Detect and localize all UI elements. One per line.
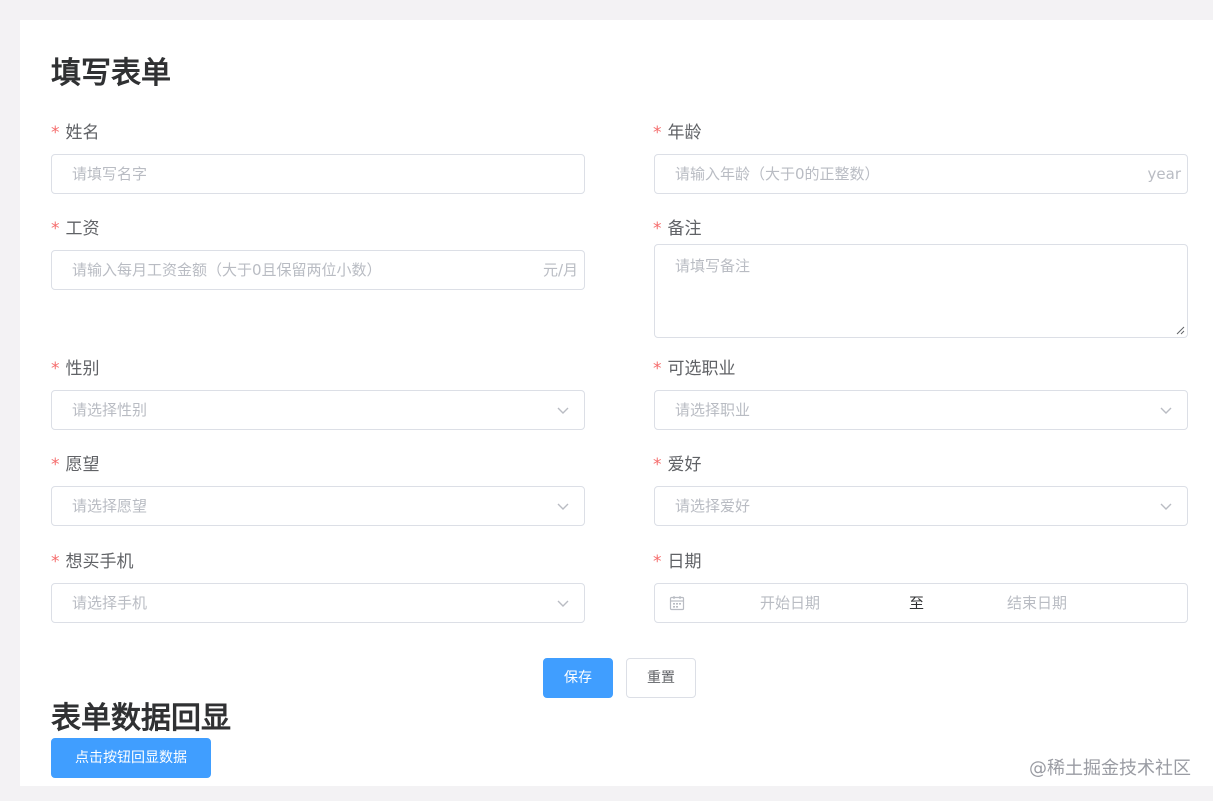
required-mark: * [51,219,60,239]
name-input[interactable]: 请填写名字 [51,154,585,194]
date-end-input[interactable]: 结束日期 [1007,584,1067,622]
watermark: @稀土掘金技术社区 [1029,758,1191,779]
wish-placeholder: 请选择愿望 [72,497,148,515]
save-button[interactable]: 保存 [543,658,613,698]
echo-data-button[interactable]: 点击按钮回显数据 [51,738,211,778]
calendar-icon [669,596,685,611]
wish-label-text: 愿望 [65,455,100,475]
phone-placeholder: 请选择手机 [72,594,148,612]
wish-select[interactable]: 请选择愿望 [51,486,585,526]
phone-label: * 想买手机 [51,550,134,574]
gender-label: * 性别 [51,357,100,381]
job-select[interactable]: 请选择职业 [654,390,1188,430]
gender-label-text: 性别 [65,359,100,379]
reset-button[interactable]: 重置 [626,658,696,698]
job-label-text: 可选职业 [667,359,736,379]
gender-select[interactable]: 请选择性别 [51,390,585,430]
date-label: * 日期 [653,550,702,574]
date-start-input[interactable]: 开始日期 [760,584,820,622]
gender-placeholder: 请选择性别 [72,401,148,419]
chevron-down-icon[interactable] [556,403,570,417]
age-label: * 年龄 [653,121,702,145]
required-mark: * [653,219,662,239]
phone-label-text: 想买手机 [65,552,134,572]
hobby-label: * 爱好 [653,453,702,477]
required-mark: * [51,552,60,572]
salary-label-text: 工资 [65,219,100,239]
remark-placeholder: 请填写备注 [675,257,751,275]
required-mark: * [653,359,662,379]
age-placeholder: 请输入年龄（大于0的正整数） [675,165,880,183]
salary-label: * 工资 [51,217,100,241]
required-mark: * [653,123,662,143]
chevron-down-icon[interactable] [1159,499,1173,513]
wish-label: * 愿望 [51,453,100,477]
remark-label: * 备注 [653,217,702,241]
salary-suffix: 元/月 [542,261,578,279]
name-placeholder: 请填写名字 [72,165,148,183]
form-page: 填写表单 * 姓名 请填写名字 * 年龄 请输入年龄（大于0的正整数） year *… [20,20,1213,786]
salary-placeholder: 请输入每月工资金额（大于0且保留两位小数） [72,261,382,279]
required-mark: * [51,123,60,143]
echo-section-title: 表单数据回显 [51,701,231,736]
age-label-text: 年龄 [667,123,702,143]
chevron-down-icon[interactable] [556,499,570,513]
remark-label-text: 备注 [667,219,702,239]
age-input[interactable]: 请输入年龄（大于0的正整数） year [654,154,1188,194]
required-mark: * [653,455,662,475]
chevron-down-icon[interactable] [1159,403,1173,417]
hobby-select[interactable]: 请选择爱好 [654,486,1188,526]
age-suffix: year [1147,165,1181,183]
required-mark: * [653,552,662,572]
salary-input[interactable]: 请输入每月工资金额（大于0且保留两位小数） 元/月 [51,250,585,290]
page-title: 填写表单 [51,56,171,91]
name-label-text: 姓名 [65,123,100,143]
required-mark: * [51,455,60,475]
remark-textarea[interactable]: 请填写备注 [654,244,1188,338]
phone-select[interactable]: 请选择手机 [51,583,585,623]
date-label-text: 日期 [667,552,702,572]
resize-grip-icon[interactable] [1175,325,1185,335]
name-label: * 姓名 [51,121,100,145]
date-range-picker[interactable]: 开始日期 至 结束日期 [654,583,1188,623]
required-mark: * [51,359,60,379]
date-separator: 至 [909,594,925,612]
hobby-placeholder: 请选择爱好 [675,497,751,515]
job-placeholder: 请选择职业 [675,401,751,419]
job-label: * 可选职业 [653,357,736,381]
chevron-down-icon[interactable] [556,596,570,610]
hobby-label-text: 爱好 [667,455,702,475]
